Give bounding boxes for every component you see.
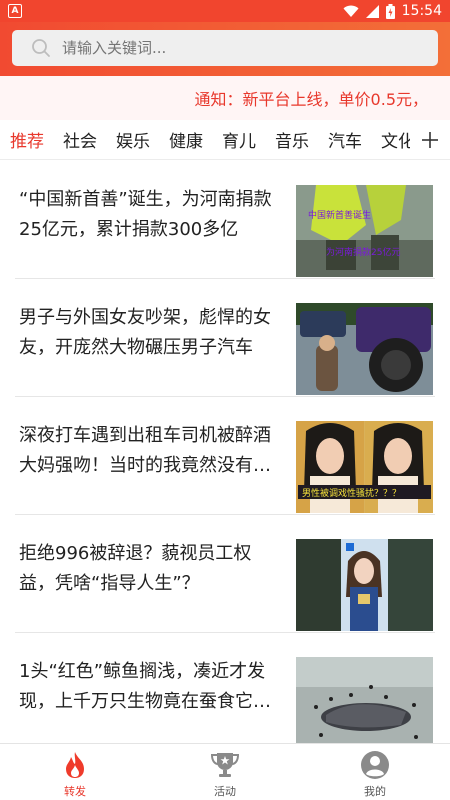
news-thumbnail[interactable] <box>296 303 433 395</box>
thumb-caption: 中国新首善诞生 <box>308 209 371 221</box>
bottom-nav: 转发 活动 我的 <box>0 743 450 800</box>
news-item[interactable]: 1头“红色”鲸鱼搁浅，凑近才发现，上千万只生物竟在蚕食它的身体 <box>15 633 435 743</box>
news-title: 拒绝996被辞退？藐视员工权益，凭啥“指导人生”？ <box>19 543 252 594</box>
notice-text: 通知：新平台上线，单价0.5元， <box>194 90 428 109</box>
tabs-scroll[interactable]: 推荐 社会 娱乐 健康 育儿 音乐 汽车 文化 <box>0 120 410 159</box>
news-item[interactable]: 男子与外国女友吵架，彪悍的女友，开庞然大物碾压男子汽车 <box>15 279 435 397</box>
tab-music[interactable]: 音乐 <box>275 120 309 159</box>
news-title: “中国新首善”诞生，为河南捐款25亿元，累计捐款300多亿 <box>19 189 272 240</box>
tab-parenting[interactable]: 育儿 <box>222 120 256 159</box>
search-input[interactable] <box>62 39 402 57</box>
nav-label: 我的 <box>364 785 386 798</box>
app-notification-icon: A <box>8 4 22 18</box>
tab-health[interactable]: 健康 <box>169 120 203 159</box>
nav-item-mine[interactable]: 我的 <box>300 744 450 800</box>
category-tabs: 推荐 社会 娱乐 健康 育儿 音乐 汽车 文化 <box>0 120 450 160</box>
nav-item-forward[interactable]: 转发 <box>0 744 150 800</box>
status-bar: A 15:54 <box>0 0 450 22</box>
nav-label: 活动 <box>214 785 236 798</box>
tab-culture[interactable]: 文化 <box>381 120 410 159</box>
clock: 15:54 <box>401 3 442 19</box>
signal-icon <box>365 4 379 18</box>
profile-icon <box>360 750 390 780</box>
news-thumbnail[interactable]: 男性被调戏性骚扰？？？ <box>296 421 433 513</box>
notice-bar: 通知：新平台上线，单价0.5元， <box>0 76 450 120</box>
flame-icon <box>60 750 90 780</box>
search-header <box>0 22 450 76</box>
news-thumbnail[interactable] <box>296 539 433 631</box>
news-list: “中国新首善”诞生，为河南捐款25亿元，累计捐款300多亿 中国新首善诞生 为河… <box>0 161 450 743</box>
add-tab-button[interactable] <box>410 120 450 159</box>
tab-society[interactable]: 社会 <box>63 120 97 159</box>
search-box[interactable] <box>12 30 438 66</box>
battery-icon <box>385 3 395 19</box>
tab-entertainment[interactable]: 娱乐 <box>116 120 150 159</box>
news-thumbnail[interactable]: 中国新首善诞生 为河南捐款25亿元 <box>296 185 433 277</box>
thumb-caption: 男性被调戏性骚扰？？？ <box>302 487 401 499</box>
tab-recommend[interactable]: 推荐 <box>10 120 44 159</box>
news-thumbnail[interactable] <box>296 657 433 743</box>
tab-auto[interactable]: 汽车 <box>328 120 362 159</box>
wifi-icon <box>343 5 359 17</box>
nav-label: 转发 <box>64 785 86 798</box>
nav-item-activity[interactable]: 活动 <box>150 744 300 800</box>
news-title: 1头“红色”鲸鱼搁浅，凑近才发现，上千万只生物竟在蚕食它的身体 <box>19 661 271 712</box>
news-item[interactable]: 深夜打车遇到出租车司机被醉酒大妈强吻！当时的我竟然没有反应 男性被调戏性骚扰？？… <box>15 397 435 515</box>
trophy-icon <box>210 750 240 780</box>
news-item[interactable]: 拒绝996被辞退？藐视员工权益，凭啥“指导人生”？ <box>15 515 435 633</box>
search-icon <box>30 37 52 59</box>
news-title: 深夜打车遇到出租车司机被醉酒大妈强吻！当时的我竟然没有反应 <box>19 425 271 476</box>
news-item[interactable]: “中国新首善”诞生，为河南捐款25亿元，累计捐款300多亿 中国新首善诞生 为河… <box>15 161 435 279</box>
plus-icon <box>422 131 438 148</box>
news-title: 男子与外国女友吵架，彪悍的女友，开庞然大物碾压男子汽车 <box>19 307 271 358</box>
thumb-caption: 为河南捐款25亿元 <box>326 246 400 258</box>
